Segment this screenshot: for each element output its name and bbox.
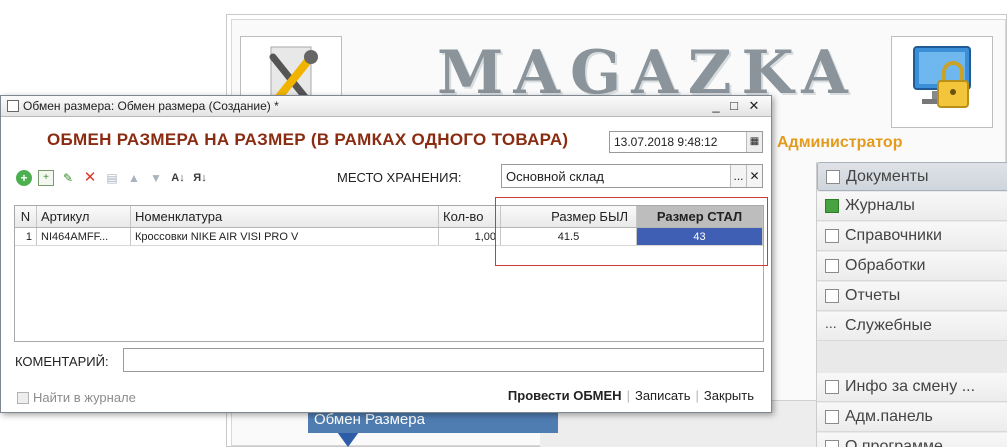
menu-item-label: Отчеты [845,287,901,304]
dialog-actions: Провести ОБМЕН | Записать | Закрыть [503,388,759,403]
menu-item-about[interactable]: О программе [817,433,1007,447]
calendar-icon[interactable]: ▦ [746,132,762,152]
column-header-size-after[interactable]: Размер СТАЛ [637,206,763,227]
dialog-heading: ОБМЕН РАЗМЕРА НА РАЗМЕР (В РАМКАХ ОДНОГО… [47,130,569,149]
menu-item-label: Журналы [845,197,915,214]
sort-descending-icon[interactable]: Я↓ [192,170,208,186]
menu-item-label: О программе [845,438,943,447]
sort-ascending-icon[interactable]: A↓ [170,170,186,186]
find-in-journal-link[interactable]: Найти в журнале [17,390,136,405]
menu-item-label: Адм.панель [845,408,933,425]
cell-quantity[interactable]: 1,00 [439,228,501,245]
move-up-icon[interactable]: ▲ [126,170,142,186]
user-role-label: Администратор [777,134,903,151]
lock-monitor-icon [913,46,971,108]
column-header-nomenclature[interactable]: Номенклатура [131,206,439,227]
menu-item-processing[interactable]: Обработки [817,252,1007,281]
clear-icon[interactable]: ✕ [746,165,762,187]
report-icon [825,289,839,303]
journal-search-icon [17,391,29,404]
column-header-quantity[interactable]: Кол-во [439,206,501,227]
end-edit-icon[interactable]: ▤ [104,170,120,186]
storage-field[interactable]: Основной склад ... ✕ [501,164,763,188]
info-icon [825,380,839,394]
menu-item-label: Обработки [845,257,926,274]
close-icon[interactable]: ✕ [745,97,763,115]
menu-item-label: Документы [846,167,929,185]
find-in-journal-label: Найти в журнале [33,390,136,405]
main-menu: Документы Журналы Справочники Обработки … [816,162,1007,447]
menu-item-label: Служебные [845,317,932,334]
menu-item-admin-panel[interactable]: Адм.панель [817,403,1007,432]
cell-size-after[interactable]: 43 [637,228,763,245]
cell-nomenclature[interactable]: Кроссовки NIKE AIR VISI PRO V [131,228,439,245]
cell-size-before[interactable]: 41.5 [501,228,637,245]
items-table: N Артикул Номенклатура Кол-во Размер БЫЛ… [14,205,764,342]
date-field[interactable]: 13.07.2018 9:48:12 ▦ [609,131,763,153]
dialog-titlebar[interactable]: Обмен размера: Обмен размера (Создание) … [1,96,771,117]
menu-item-documents[interactable]: Документы [817,162,1007,191]
table-row[interactable]: 1 NI464AMFF... Кроссовки NIKE AIR VISI P… [15,228,763,246]
copy-icon[interactable]: + [38,170,54,186]
menu-item-reports[interactable]: Отчеты [817,282,1007,311]
table-header: N Артикул Номенклатура Кол-во Размер БЫЛ… [15,206,763,228]
menu-item-journals[interactable]: Журналы [817,192,1007,221]
cell-n[interactable]: 1 [15,228,37,245]
minimize-button[interactable]: _ [707,97,725,115]
menu-item-label: Справочники [845,227,942,244]
close-button[interactable]: Закрыть [699,388,759,403]
add-icon[interactable]: + [16,170,32,186]
menu-item-service[interactable]: ... Служебные [817,312,1007,341]
dialog-title: Обмен размера: Обмен размера (Создание) … [23,99,279,113]
catalog-icon [825,229,839,243]
security-logo[interactable] [891,36,993,128]
menu-item-shift-info[interactable]: Инфо за смену ... [817,373,1007,402]
processing-icon [825,259,839,273]
move-down-icon[interactable]: ▼ [148,170,164,186]
size-exchange-dialog: Обмен размера: Обмен размера (Создание) … [0,95,772,413]
select-button[interactable]: ... [730,165,746,187]
table-toolbar: + + ✎ ✕ ▤ ▲ ▼ A↓ Я↓ [16,169,214,187]
comment-field[interactable] [123,348,764,372]
storage-label: МЕСТО ХРАНЕНИЯ: [337,170,462,185]
window-icon [7,100,19,112]
document-icon [826,169,840,184]
menu-item-catalogs[interactable]: Справочники [817,222,1007,251]
admin-icon [825,410,839,424]
post-exchange-button[interactable]: Провести ОБМЕН [503,388,627,403]
column-header-article[interactable]: Артикул [37,206,131,227]
cell-article[interactable]: NI464AMFF... [37,228,131,245]
about-icon [825,440,839,447]
column-header-n[interactable]: N [15,206,37,227]
menu-item-label: Инфо за смену ... [845,378,976,395]
comment-label: КОМЕНТАРИЙ: [15,354,109,369]
maximize-button[interactable]: □ [725,97,743,115]
dots-icon: ... [825,315,837,331]
delete-icon[interactable]: ✕ [82,170,98,186]
storage-value: Основной склад [506,168,604,184]
journal-icon [825,199,839,213]
column-header-size-before[interactable]: Размер БЫЛ [501,206,637,227]
date-value: 13.07.2018 9:48:12 [614,135,718,149]
save-button[interactable]: Записать [630,388,696,403]
edit-icon[interactable]: ✎ [60,170,76,186]
